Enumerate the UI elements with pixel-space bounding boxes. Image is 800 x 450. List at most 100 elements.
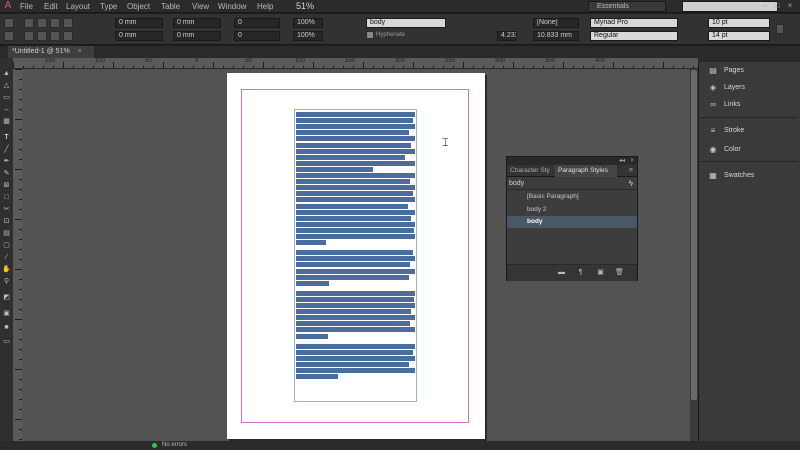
rectangle-tool-icon[interactable]: □ (2, 194, 11, 201)
panel-menu-icon[interactable]: ≡ (625, 165, 637, 177)
align-right-icon[interactable] (50, 18, 60, 28)
close-icon[interactable]: × (785, 1, 795, 11)
hand-tool-icon[interactable]: ✋ (2, 266, 11, 273)
justify-center-icon[interactable] (37, 31, 47, 41)
screen-mode-icon[interactable]: ▭ (2, 338, 11, 345)
paragraph-style-select[interactable]: body (366, 18, 446, 28)
gradient-tool-icon[interactable]: ▤ (2, 230, 11, 237)
document-tab[interactable]: *Untitled-1 @ 51% × (8, 46, 94, 58)
menu-window[interactable]: Window (218, 0, 246, 13)
justify-left-icon[interactable] (24, 31, 34, 41)
pencil-tool-icon[interactable]: ✎ (2, 170, 11, 177)
menu-layout[interactable]: Layout (66, 0, 90, 13)
menu-view[interactable]: View (192, 0, 209, 13)
font-family-select[interactable]: Myriad Pro (590, 18, 678, 28)
workspace-switcher[interactable]: Essentials (588, 1, 666, 12)
page-tool-icon[interactable]: ▭ (2, 94, 11, 101)
fill-stroke-icon[interactable]: ◩ (2, 294, 11, 301)
dock-stroke[interactable]: ≡ Stroke (698, 122, 800, 139)
content-collector-icon[interactable]: ▦ (2, 118, 11, 125)
panel-titlebar[interactable]: ◂◂ × (507, 157, 637, 165)
text-frame[interactable] (294, 109, 417, 402)
document-tab-close-icon[interactable]: × (78, 48, 82, 55)
pages-icon: ▤ (709, 66, 717, 75)
dock-pages[interactable]: ▤ Pages (698, 62, 800, 79)
y-field[interactable]: 0 mm (115, 31, 163, 41)
gap-tool-icon[interactable]: ↔ (2, 106, 11, 113)
selected-text-line (296, 191, 413, 197)
w-field[interactable]: 0 mm (173, 18, 221, 28)
vertical-ruler[interactable] (13, 69, 22, 441)
dock-swatches[interactable]: ▦ Swatches (698, 167, 800, 184)
panel-footer: ▬ ¶ ▣ 🗑 (507, 264, 637, 281)
menu-file[interactable]: File (20, 0, 33, 13)
preflight-status-text[interactable]: No errors (162, 441, 187, 450)
justify-all-icon[interactable] (50, 31, 60, 41)
document-tab-title: *Untitled-1 @ 51% (12, 48, 70, 55)
selected-text-line (296, 343, 415, 349)
leading-field[interactable]: 14 pt (708, 31, 770, 41)
delete-style-icon[interactable]: 🗑 (615, 269, 624, 277)
align-center-icon[interactable] (37, 18, 47, 28)
scale-x-field[interactable]: 100% (293, 18, 323, 28)
selection-tool-icon[interactable]: ▲ (2, 70, 11, 77)
free-transform-tool-icon[interactable]: ⊡ (2, 218, 11, 225)
minimize-icon[interactable]: – (760, 1, 770, 11)
menu-table[interactable]: Table (161, 0, 180, 13)
menu-type[interactable]: Type (100, 0, 117, 13)
dock-color[interactable]: ◉ Color (698, 141, 800, 158)
align-left-icon[interactable] (24, 18, 34, 28)
hyphenate-checkbox[interactable] (366, 31, 374, 39)
tab-paragraph-styles[interactable]: Paragraph Styles (555, 165, 617, 177)
direct-selection-tool-icon[interactable]: △ (2, 82, 11, 89)
ruler-label: 100 (295, 58, 306, 64)
new-group-icon[interactable]: ▬ (557, 269, 566, 277)
formatting-affects-icon[interactable]: ▣ (2, 310, 11, 317)
scrollbar-thumb[interactable] (691, 70, 697, 400)
baseline-field[interactable]: 4.233 (497, 31, 517, 41)
justify-icon[interactable] (63, 18, 73, 28)
rotation-field[interactable]: 0 (234, 18, 280, 28)
dock-links[interactable]: ∞ Links (698, 96, 800, 113)
menu-object[interactable]: Object (127, 0, 150, 13)
line-tool-icon[interactable]: ╱ (2, 146, 11, 153)
dock-layers[interactable]: ◈ Layers (698, 79, 800, 96)
para-formatting-icon[interactable] (4, 31, 14, 41)
note-tool-icon[interactable]: ▢ (2, 242, 11, 249)
zoom-level[interactable]: 51% (296, 1, 344, 12)
scale-y-field[interactable]: 100% (293, 31, 323, 41)
ruler-tick (15, 319, 22, 320)
close-panel-icon[interactable]: × (630, 157, 634, 165)
horizontal-ruler[interactable]: 150 100 50 0 50 100 150 200 250 300 350 400 (13, 58, 698, 69)
selected-text-line (296, 268, 415, 274)
type-tool-icon[interactable]: T (2, 134, 11, 141)
char-formatting-icon[interactable] (4, 18, 14, 28)
x-field[interactable]: 0 mm (115, 18, 163, 28)
ruler-tick (15, 69, 22, 70)
new-style-icon[interactable]: ▣ (596, 269, 605, 277)
quick-apply-icon[interactable]: ϟ (629, 177, 633, 190)
style-body[interactable]: body (507, 216, 637, 228)
style-basic-paragraph[interactable]: [Basic Paragraph] (507, 191, 637, 203)
tab-character-styles[interactable]: Character Sty (507, 165, 555, 177)
none-select[interactable]: [None] (533, 18, 579, 28)
font-style-select[interactable]: Regular (590, 31, 678, 41)
pen-tool-icon[interactable]: ✒ (2, 158, 11, 165)
rectangle-frame-tool-icon[interactable]: ⊠ (2, 182, 11, 189)
clear-overrides-icon[interactable]: ¶ (576, 269, 585, 277)
font-size-field[interactable]: 10 pt (708, 18, 770, 28)
menu-help[interactable]: Help (257, 0, 273, 13)
panel-menu-icon[interactable] (776, 24, 784, 34)
collapse-panel-icon[interactable]: ◂◂ (619, 157, 625, 165)
scissors-tool-icon[interactable]: ✂ (2, 206, 11, 213)
eyedropper-tool-icon[interactable]: ⁄ (2, 254, 11, 261)
style-body-2[interactable]: body 2 (507, 204, 637, 216)
zoom-tool-icon[interactable]: ⚲ (2, 278, 11, 285)
menu-edit[interactable]: Edit (44, 0, 58, 13)
maximize-icon[interactable]: □ (772, 1, 782, 11)
h-field[interactable]: 0 mm (173, 31, 221, 41)
shear-field[interactable]: 0 (234, 31, 280, 41)
spine-align-icon[interactable] (63, 31, 73, 41)
baseline-mm-field[interactable]: 10.833 mm (533, 31, 579, 41)
apply-color-icon[interactable]: ■ (2, 324, 11, 331)
